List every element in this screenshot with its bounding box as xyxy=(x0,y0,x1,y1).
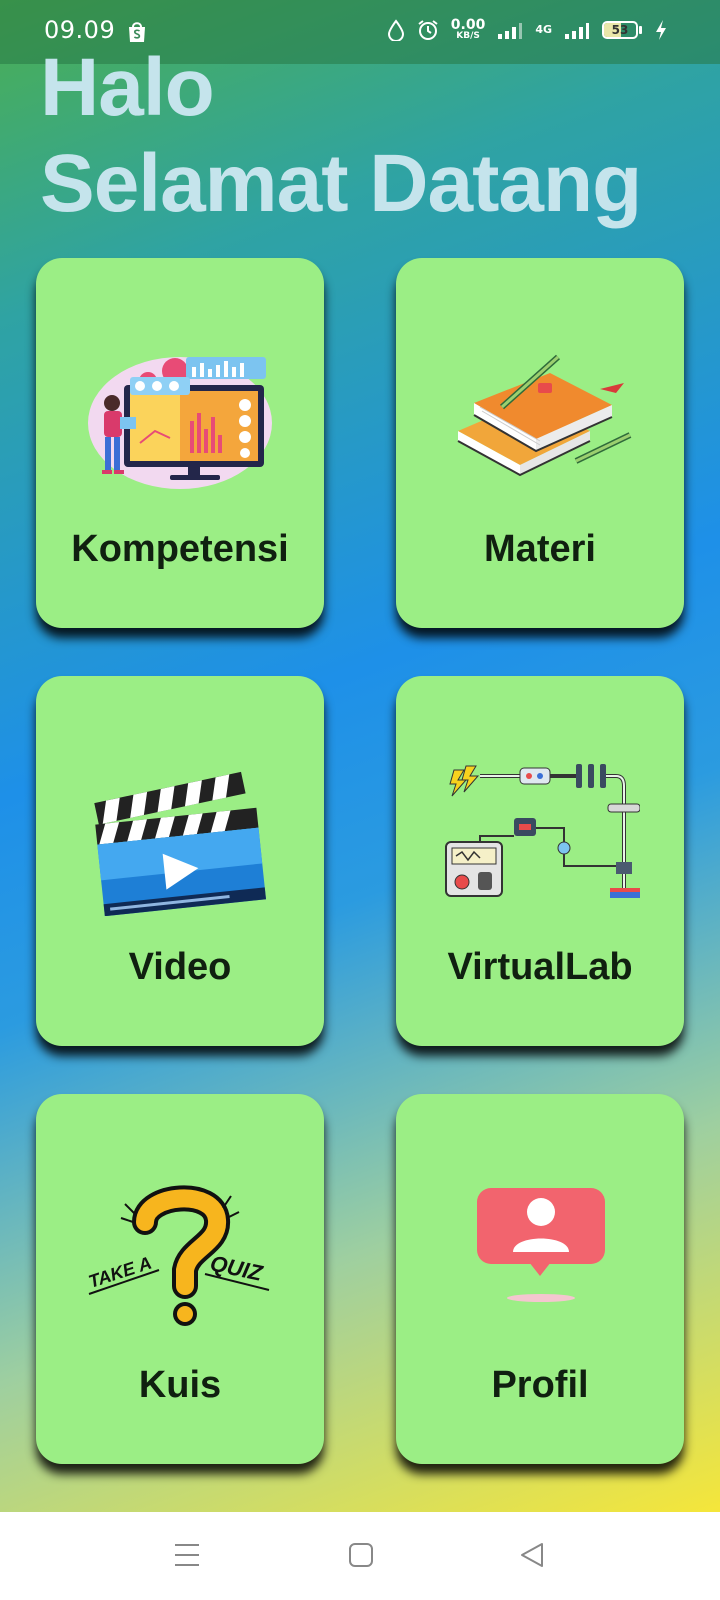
signal-icon xyxy=(565,22,589,39)
alarm-icon xyxy=(418,19,438,40)
water-drop-icon xyxy=(387,18,404,41)
home-nav-icon[interactable] xyxy=(346,1540,376,1570)
menu-card-profil[interactable]: Profil xyxy=(396,1094,684,1464)
greeting-heading: Halo Selamat Datang xyxy=(40,40,642,232)
network-speed: 0.00 KB/S xyxy=(451,18,486,41)
greeting-line-2: Selamat Datang xyxy=(40,138,642,229)
menu-card-kompetensi[interactable]: Kompetensi xyxy=(36,258,324,628)
signal-icon xyxy=(498,22,523,39)
menu-card-materi[interactable]: Materi xyxy=(396,258,684,628)
quiz-illustration-icon: TAKE A QUIZ xyxy=(86,1185,270,1326)
menu-card-video[interactable]: Video xyxy=(36,676,324,1046)
menu-card-label: Profil xyxy=(491,1364,589,1406)
network-type: 4G xyxy=(535,23,552,36)
menu-card-label: Materi xyxy=(484,528,596,570)
status-icons: 0.00 KB/S 4G 53 xyxy=(387,18,668,41)
competency-illustration-icon xyxy=(88,357,272,489)
battery-level: 53 xyxy=(611,22,629,37)
menu-card-kuis[interactable]: TAKE A QUIZ Kuis xyxy=(36,1094,324,1464)
battery-indicator: 53 xyxy=(602,20,642,39)
quiz-art-text-left: TAKE A xyxy=(86,1253,154,1292)
menu-nav-icon[interactable] xyxy=(172,1540,202,1570)
circuit-illustration-icon xyxy=(445,764,640,898)
back-nav-icon[interactable] xyxy=(518,1540,548,1570)
menu-card-virtuallab[interactable]: VirtualLab xyxy=(396,676,684,1046)
menu-card-label: Video xyxy=(128,946,232,988)
books-illustration-icon xyxy=(457,354,632,477)
charging-icon xyxy=(656,19,666,40)
system-navigation-bar xyxy=(0,1512,720,1600)
menu-card-label: Kuis xyxy=(138,1364,222,1406)
profile-illustration-icon xyxy=(477,1188,605,1302)
quiz-art-text-right: QUIZ xyxy=(208,1250,266,1286)
menu-card-label: Kompetensi xyxy=(71,528,289,570)
greeting-line-1: Halo xyxy=(40,42,215,133)
clapperboard-illustration-icon xyxy=(94,771,266,916)
network-speed-value: 0.00 xyxy=(450,17,486,33)
menu-card-label: VirtualLab xyxy=(447,946,633,988)
